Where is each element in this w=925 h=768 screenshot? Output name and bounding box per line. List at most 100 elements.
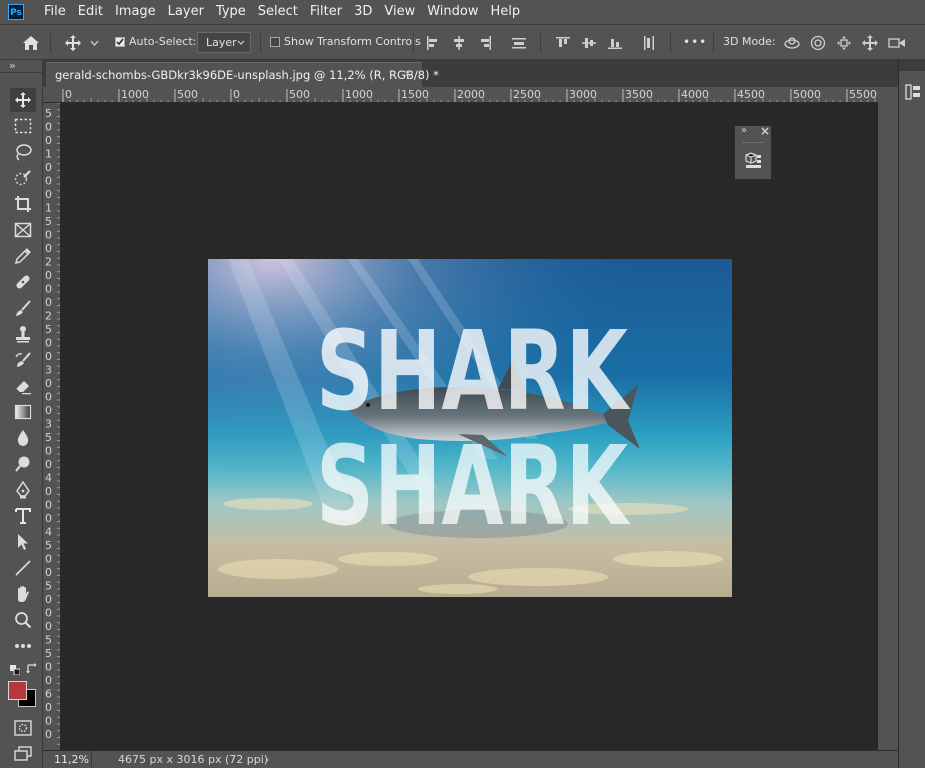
3d-drag-icon[interactable] — [834, 33, 854, 53]
more-options-icon[interactable]: ••• — [683, 35, 707, 49]
foreground-color-swatch[interactable] — [8, 681, 27, 700]
document-image[interactable]: SHARK SHARK — [208, 259, 732, 597]
ruler-label: 0 — [45, 188, 52, 201]
menu-type[interactable]: Type — [210, 0, 252, 24]
auto-select-checkbox[interactable] — [115, 37, 125, 47]
align-vertical-centers-icon[interactable] — [580, 34, 598, 52]
menu-window[interactable]: Window — [421, 0, 484, 24]
ruler-label: 5 — [45, 107, 52, 120]
menu-help[interactable]: Help — [485, 0, 527, 24]
auto-select-target-dropdown[interactable]: Layer — [197, 32, 251, 53]
3d-orbit-icon[interactable] — [782, 33, 802, 53]
ruler-label: 0 — [45, 134, 52, 147]
document-tab[interactable]: gerald-schombs-GBDkr3k96DE-unsplash.jpg … — [46, 62, 439, 87]
healing-brush-tool-icon[interactable] — [10, 270, 36, 294]
menu-image[interactable]: Image — [109, 0, 162, 24]
lasso-tool-icon[interactable] — [10, 140, 36, 164]
menu-3d[interactable]: 3D — [348, 0, 378, 24]
ruler-label: 3 — [45, 364, 52, 377]
menu-filter[interactable]: Filter — [304, 0, 348, 24]
zoom-tool-icon[interactable] — [10, 608, 36, 632]
close-tab-icon[interactable]: × — [403, 67, 412, 80]
history-brush-tool-icon[interactable] — [10, 348, 36, 372]
close-panel-icon[interactable]: × — [760, 124, 770, 138]
zoom-level-field[interactable]: 11,2% — [43, 751, 102, 768]
ruler-label: 0 — [45, 296, 52, 309]
path-selection-tool-icon[interactable] — [10, 530, 36, 554]
distribute-icon[interactable] — [510, 34, 528, 52]
brush-tool-icon[interactable] — [10, 296, 36, 320]
ruler-label: 4 — [45, 472, 52, 485]
pen-tool-icon[interactable] — [10, 478, 36, 502]
expand-panel-icon[interactable]: » — [741, 125, 747, 136]
menu-edit[interactable]: Edit — [72, 0, 109, 24]
ruler-label: 5 — [45, 215, 52, 228]
align-top-edges-icon[interactable] — [554, 34, 572, 52]
ruler-label: 2 — [45, 256, 52, 269]
word-top: SHARK — [316, 307, 631, 435]
align-bottom-edges-icon[interactable] — [606, 34, 624, 52]
properties-panel-icon[interactable] — [905, 84, 921, 100]
ruler-label: 4500 — [737, 88, 765, 101]
ruler-label: 0 — [233, 88, 240, 101]
edit-toolbar-icon[interactable] — [10, 634, 36, 658]
ruler-label: 0 — [45, 661, 52, 674]
gradient-tool-icon[interactable] — [10, 400, 36, 424]
3d-slide-icon[interactable] — [860, 33, 880, 53]
eraser-tool-icon[interactable] — [10, 374, 36, 398]
ruler-label: 3 — [45, 418, 52, 431]
screen-mode-icon[interactable] — [10, 742, 36, 766]
quick-mask-icon[interactable] — [10, 716, 36, 740]
ruler-label: 5 — [45, 539, 52, 552]
chevron-down-icon[interactable] — [88, 37, 100, 49]
menu-select[interactable]: Select — [252, 0, 304, 24]
marquee-tool-icon[interactable] — [10, 114, 36, 138]
shark-photo: SHARK SHARK — [208, 259, 732, 597]
ruler-label: 1 — [45, 148, 52, 161]
status-menu-arrow-icon[interactable]: › — [265, 751, 269, 768]
ruler-label: 2000 — [457, 88, 485, 101]
quick-selection-tool-icon[interactable] — [10, 166, 36, 190]
document-tab-title: gerald-schombs-GBDkr3k96DE-unsplash.jpg … — [55, 68, 439, 82]
menu-file[interactable]: File — [38, 0, 72, 24]
ruler-label: 2500 — [513, 88, 541, 101]
3d-roll-icon[interactable] — [808, 33, 828, 53]
show-transform-controls-checkbox[interactable] — [270, 37, 280, 47]
default-colors-icon[interactable] — [10, 664, 21, 676]
distribute-horizontal-icon[interactable] — [640, 34, 658, 52]
ruler-label: 0 — [45, 701, 52, 714]
ruler-label: 0 — [45, 566, 52, 579]
dodge-tool-icon[interactable] — [10, 452, 36, 476]
horizontal-ruler[interactable]: 0 1000 500 0 500 1000 1500 2000 2500 3000 3500 4000… — [43, 87, 878, 103]
frame-tool-icon[interactable] — [10, 218, 36, 242]
ruler-label: 0 — [45, 674, 52, 687]
move-tool-icon[interactable] — [10, 88, 36, 112]
align-horizontal-centers-icon[interactable] — [450, 34, 468, 52]
ruler-label: 1500 — [401, 88, 429, 101]
ruler-label: 0 — [45, 337, 52, 350]
hand-tool-icon[interactable] — [10, 582, 36, 606]
ruler-label: 3000 — [569, 88, 597, 101]
photoshop-logo-icon: Ps — [8, 4, 24, 20]
home-icon[interactable] — [20, 33, 42, 53]
tools-collapse-icon[interactable]: » — [9, 59, 16, 72]
swap-colors-icon[interactable] — [26, 663, 38, 675]
ruler-label: 0 — [45, 229, 52, 242]
menu-layer[interactable]: Layer — [162, 0, 210, 24]
eyedropper-tool-icon[interactable] — [10, 244, 36, 268]
crop-tool-icon[interactable] — [10, 192, 36, 216]
auto-select-label: Auto-Select: — [129, 35, 197, 48]
clone-stamp-tool-icon[interactable] — [10, 322, 36, 346]
move-tool-preset-icon[interactable] — [62, 33, 84, 53]
align-right-edges-icon[interactable] — [476, 34, 494, 52]
type-tool-icon[interactable] — [10, 504, 36, 528]
3d-camera-icon[interactable] — [886, 33, 908, 53]
blur-tool-icon[interactable] — [10, 426, 36, 450]
menu-view[interactable]: View — [378, 0, 421, 24]
line-tool-icon[interactable] — [10, 556, 36, 580]
status-bar: 11,2% 4675 px x 3016 px (72 ppi) › — [43, 750, 898, 768]
align-left-edges-icon[interactable] — [424, 34, 442, 52]
ruler-label: 2 — [45, 310, 52, 323]
3d-panel-icon[interactable] — [744, 151, 762, 169]
vertical-ruler[interactable]: 5001000150020002500300035004000450050005… — [43, 103, 61, 750]
